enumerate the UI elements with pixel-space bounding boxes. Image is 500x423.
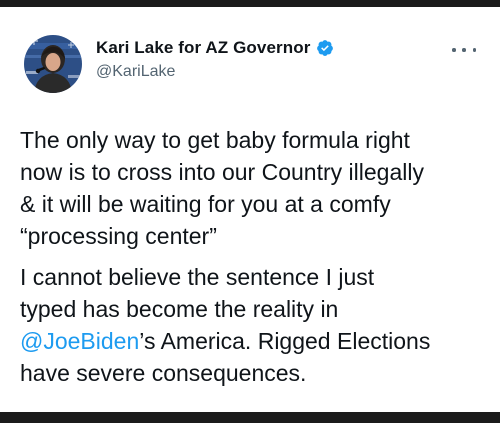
- verified-badge-icon: [316, 39, 334, 57]
- mention-link[interactable]: @JoeBiden: [20, 328, 139, 354]
- tweet-line: typed has become the reality in: [20, 296, 339, 322]
- tweet-line: have severe consequences.: [20, 360, 307, 386]
- tweet-text: The only way to get baby formula right n…: [20, 124, 490, 389]
- tweet-line: The only way to get baby formula right: [20, 127, 410, 153]
- tweet-line: now is to cross into our Country illegal…: [20, 159, 424, 185]
- display-name[interactable]: Kari Lake for AZ Governor: [96, 38, 310, 58]
- tweet-line: I cannot believe the sentence I just: [20, 264, 375, 290]
- tweet-card[interactable]: Kari Lake for AZ Governor @KariLake The …: [0, 7, 500, 412]
- author-name-row: Kari Lake for AZ Governor: [96, 38, 334, 58]
- tweet-line: ’s America. Rigged Elections: [139, 328, 431, 354]
- tweet-paragraph-1: The only way to get baby formula right n…: [20, 124, 490, 252]
- more-options-icon[interactable]: [452, 43, 476, 57]
- author-handle[interactable]: @KariLake: [96, 63, 175, 81]
- tweet-paragraph-2: I cannot believe the sentence I just typ…: [20, 261, 490, 389]
- avatar[interactable]: [24, 35, 82, 93]
- tweet-line: “processing center”: [20, 223, 217, 249]
- tweet-line: & it will be waiting for you at a comfy: [20, 191, 391, 217]
- bottom-frame-bar: [0, 412, 500, 423]
- top-frame-bar: [0, 0, 500, 7]
